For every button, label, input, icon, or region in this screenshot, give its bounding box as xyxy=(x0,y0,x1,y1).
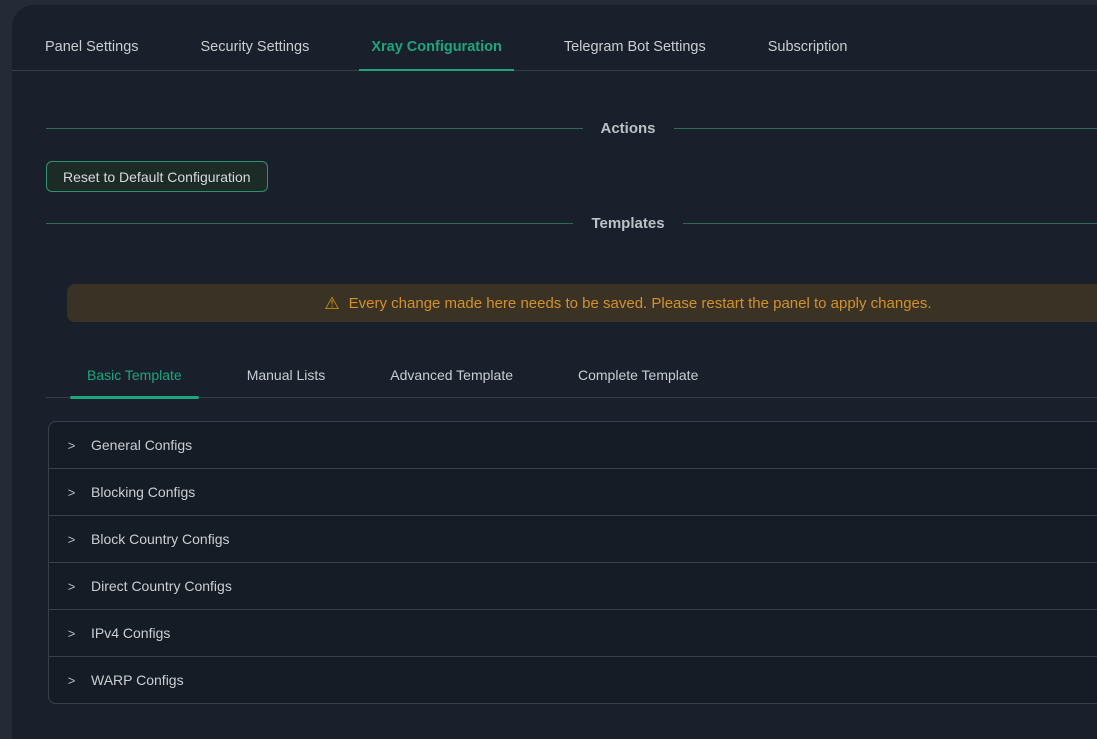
accordion-item-label: General Configs xyxy=(91,437,192,453)
divider-line xyxy=(46,223,573,224)
accordion-item-label: IPv4 Configs xyxy=(91,625,170,641)
settings-card: Panel Settings Security Settings Xray Co… xyxy=(12,5,1097,739)
warning-triangle-icon: ⚠ xyxy=(324,295,339,312)
accordion-block-country-configs[interactable]: > Block Country Configs xyxy=(49,516,1097,563)
actions-section-title: Actions xyxy=(601,120,656,137)
tab-complete-template[interactable]: Complete Template xyxy=(561,355,715,397)
accordion-ipv4-configs[interactable]: > IPv4 Configs xyxy=(49,610,1097,657)
accordion-item-label: Block Country Configs xyxy=(91,531,230,547)
warning-alert: ⚠ Every change made here needs to be sav… xyxy=(67,284,1097,322)
accordion-item-label: Blocking Configs xyxy=(91,484,195,500)
chevron-right-icon: > xyxy=(66,579,77,594)
accordion-blocking-configs[interactable]: > Blocking Configs xyxy=(49,469,1097,516)
tab-manual-lists[interactable]: Manual Lists xyxy=(230,355,343,397)
xray-configuration-page: Panel Settings Security Settings Xray Co… xyxy=(0,0,1097,739)
divider-line xyxy=(46,128,583,129)
tab-subscription[interactable]: Subscription xyxy=(756,25,860,70)
chevron-right-icon: > xyxy=(66,626,77,641)
chevron-right-icon: > xyxy=(66,673,77,688)
reset-default-configuration-button[interactable]: Reset to Default Configuration xyxy=(46,161,268,192)
accordion-warp-configs[interactable]: > WARP Configs xyxy=(49,657,1097,703)
tab-basic-template[interactable]: Basic Template xyxy=(70,355,199,397)
divider-line xyxy=(683,223,1097,224)
main-tab-bar: Panel Settings Security Settings Xray Co… xyxy=(12,25,1097,71)
tab-security-settings[interactable]: Security Settings xyxy=(189,25,322,70)
templates-section-title: Templates xyxy=(591,215,664,232)
warning-alert-text: Every change made here needs to be saved… xyxy=(349,295,932,312)
accordion-item-label: Direct Country Configs xyxy=(91,578,232,594)
divider-line xyxy=(674,128,1097,129)
accordion-item-label: WARP Configs xyxy=(91,672,184,688)
tab-panel-settings[interactable]: Panel Settings xyxy=(33,25,151,70)
actions-divider: Actions xyxy=(46,117,1097,139)
accordion-direct-country-configs[interactable]: > Direct Country Configs xyxy=(49,563,1097,610)
template-tab-bar: Basic Template Manual Lists Advanced Tem… xyxy=(46,355,1097,398)
accordion-general-configs[interactable]: > General Configs xyxy=(49,422,1097,469)
tab-telegram-bot-settings[interactable]: Telegram Bot Settings xyxy=(552,25,718,70)
chevron-right-icon: > xyxy=(66,438,77,453)
tab-xray-configuration[interactable]: Xray Configuration xyxy=(359,25,514,70)
chevron-right-icon: > xyxy=(66,485,77,500)
tab-advanced-template[interactable]: Advanced Template xyxy=(373,355,530,397)
chevron-right-icon: > xyxy=(66,532,77,547)
templates-divider: Templates xyxy=(46,212,1097,234)
template-accordion: > General Configs > Blocking Configs > B… xyxy=(48,421,1097,704)
